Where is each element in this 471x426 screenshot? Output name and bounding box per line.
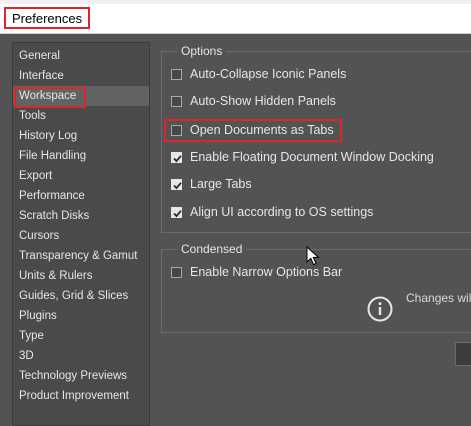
sidebar-item-product-improvement[interactable]: Product Improvement [13, 386, 149, 406]
selection-highlight-box [14, 87, 86, 108]
window-title: Preferences [12, 10, 83, 26]
checkbox-box[interactable] [171, 68, 182, 80]
sidebar-item-history-log[interactable]: History Log [13, 126, 149, 146]
sidebar-item-performance[interactable]: Performance [13, 186, 149, 206]
title-bar: Preferences [0, 0, 471, 34]
sidebar-item-type[interactable]: Type [13, 326, 149, 346]
sidebar-item-general[interactable]: General [13, 46, 149, 66]
mouse-pointer-icon [306, 246, 320, 266]
dialog-button-partial[interactable] [455, 342, 471, 366]
checkbox-box[interactable] [171, 151, 182, 163]
window-title-highlight: Preferences [4, 7, 91, 29]
checkbox-box[interactable] [171, 206, 182, 218]
checkmark-icon [173, 181, 182, 189]
checkbox-box[interactable] [171, 95, 182, 107]
sidebar-item-guides-grid-slices[interactable]: Guides, Grid & Slices [13, 286, 149, 306]
preferences-sidebar: General Interface Workspace Tools Histor… [12, 42, 150, 426]
align-ui-os-settings-checkbox[interactable]: Align UI according to OS settings [171, 202, 373, 222]
checkmark-icon [173, 209, 182, 217]
sidebar-item-interface[interactable]: Interface [13, 66, 149, 86]
sidebar-item-scratch-disks[interactable]: Scratch Disks [13, 206, 149, 226]
checkbox-box[interactable] [171, 178, 182, 190]
checkbox-box[interactable] [171, 266, 182, 278]
checkbox-label: Auto-Show Hidden Panels [190, 94, 336, 108]
open-documents-highlight-box [164, 119, 342, 142]
sidebar-item-units-rulers[interactable]: Units & Rulers [13, 266, 149, 286]
checkbox-label: Align UI according to OS settings [190, 205, 374, 219]
sidebar-item-cursors[interactable]: Cursors [13, 226, 149, 246]
title-bar-edge [0, 0, 471, 4]
sidebar-item-workspace[interactable]: Workspace [13, 86, 149, 108]
auto-collapse-iconic-panels-checkbox[interactable]: Auto-Collapse Iconic Panels [171, 64, 346, 84]
info-icon [367, 296, 393, 322]
sidebar-item-3d[interactable]: 3D [13, 346, 149, 366]
options-group-title: Options [177, 44, 227, 58]
sidebar-item-transparency-gamut[interactable]: Transparency & Gamut [13, 246, 149, 266]
checkbox-label: Auto-Collapse Iconic Panels [190, 67, 347, 81]
changes-info-text: Changes wil [406, 291, 471, 305]
sidebar-item-plugins[interactable]: Plugins [13, 306, 149, 326]
checkmark-icon [173, 154, 182, 162]
checkbox-label: Large Tabs [190, 177, 252, 191]
sidebar-item-tools[interactable]: Tools [13, 106, 149, 126]
sidebar-item-file-handling[interactable]: File Handling [13, 146, 149, 166]
sidebar-item-export[interactable]: Export [13, 166, 149, 186]
checkbox-label: Enable Floating Document Window Docking [190, 150, 434, 164]
large-tabs-checkbox[interactable]: Large Tabs [171, 174, 252, 194]
checkbox-label: Enable Narrow Options Bar [190, 265, 343, 279]
auto-show-hidden-panels-checkbox[interactable]: Auto-Show Hidden Panels [171, 91, 336, 111]
sidebar-item-technology-previews[interactable]: Technology Previews [13, 366, 149, 386]
enable-floating-document-window-docking-checkbox[interactable]: Enable Floating Document Window Docking [171, 147, 434, 167]
condensed-group-title: Condensed [177, 242, 247, 256]
